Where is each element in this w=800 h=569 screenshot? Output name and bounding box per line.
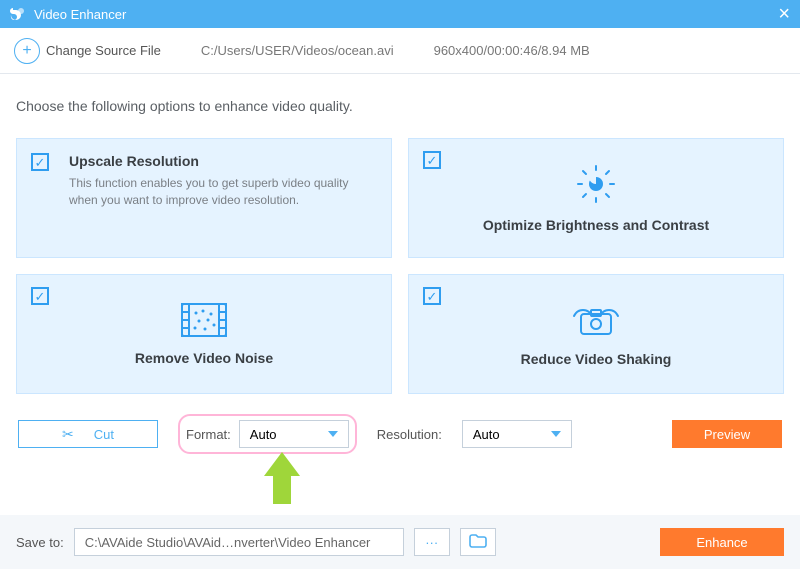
cut-label: Cut [94,427,114,442]
app-icon [10,6,26,22]
app-title: Video Enhancer [34,7,126,22]
card-title: Reduce Video Shaking [521,351,672,367]
bottom-bar: Save to: C:\AVAide Studio\AVAid…nverter\… [0,515,800,569]
cut-button[interactable]: ✂ Cut [18,420,158,448]
source-info: 960x400/00:00:46/8.94 MB [434,43,590,58]
chevron-down-icon [328,431,338,437]
arrow-head-icon [264,452,300,476]
arrow-annotation [264,452,300,504]
format-highlight: Format: Auto [178,414,357,454]
preview-button[interactable]: Preview [672,420,782,448]
resolution-select[interactable]: Auto [462,420,572,448]
card-upscale-resolution[interactable]: ✓ Upscale Resolution This function enabl… [16,138,392,258]
format-value: Auto [250,427,277,442]
brightness-icon [576,164,616,209]
card-title: Remove Video Noise [135,350,273,366]
card-reduce-shaking[interactable]: ✓ Reduce Video Shaking [408,274,784,394]
more-icon: ··· [425,535,438,550]
checkbox-icon[interactable]: ✓ [423,151,441,169]
film-icon [181,303,227,342]
resolution-value: Auto [473,427,500,442]
folder-icon [469,534,487,551]
save-path-field[interactable]: C:\AVAide Studio\AVAid…nverter\Video Enh… [74,528,404,556]
save-to-label: Save to: [16,535,64,550]
resolution-label: Resolution: [377,427,442,442]
card-remove-noise[interactable]: ✓ [16,274,392,394]
checkbox-icon[interactable]: ✓ [31,287,49,305]
preview-label: Preview [704,427,750,442]
scissors-icon: ✂ [62,426,74,443]
enhance-button[interactable]: Enhance [660,528,784,556]
chevron-down-icon [551,431,561,437]
intro-text: Choose the following options to enhance … [16,98,784,114]
source-bar: + Change Source File C:/Users/USER/Video… [0,28,800,74]
format-select[interactable]: Auto [239,420,349,448]
card-title: Optimize Brightness and Contrast [483,217,709,233]
enhance-cards: ✓ Upscale Resolution This function enabl… [16,138,784,394]
card-title: Upscale Resolution [69,153,373,169]
change-source-label: Change Source File [46,43,161,58]
more-button[interactable]: ··· [414,528,450,556]
checkbox-icon[interactable]: ✓ [31,153,49,171]
open-folder-button[interactable] [460,528,496,556]
main-content: Choose the following options to enhance … [0,74,800,454]
format-label: Format: [186,427,231,442]
camera-icon [571,302,621,343]
save-path-text: C:\AVAide Studio\AVAid…nverter\Video Enh… [85,535,371,550]
card-optimize-brightness[interactable]: ✓ Optimize Bri [408,138,784,258]
plus-icon: + [14,38,40,64]
close-icon[interactable]: × [778,4,790,24]
checkbox-icon[interactable]: ✓ [423,287,441,305]
enhance-label: Enhance [696,535,747,550]
card-description: This function enables you to get superb … [69,175,373,209]
source-path: C:/Users/USER/Videos/ocean.avi [201,43,394,58]
change-source-file[interactable]: + Change Source File [14,38,161,64]
titlebar: Video Enhancer × [0,0,800,28]
controls-row: ✂ Cut Format: Auto Resolution: Auto Prev… [16,414,784,454]
arrow-stem [273,476,291,504]
